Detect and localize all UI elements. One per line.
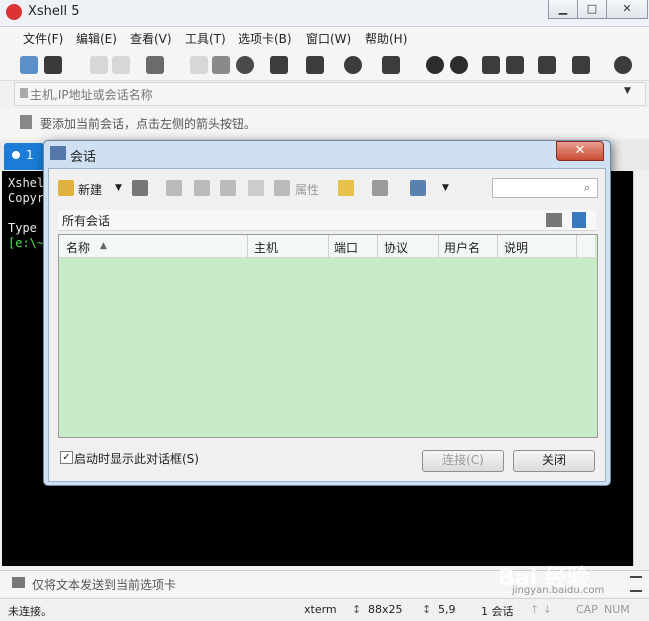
close-window-button[interactable]: ✕: [606, 0, 648, 19]
menu-help[interactable]: 帮助(H): [365, 30, 407, 47]
send-bar-text[interactable]: 仅将文本发送到当前选项卡: [32, 576, 176, 593]
search-icon[interactable]: ⌕: [584, 181, 590, 195]
address-placeholder: 主机,IP地址或会话名称: [30, 88, 153, 102]
column-description[interactable]: 说明: [504, 239, 528, 256]
new-session-icon[interactable]: [20, 56, 38, 74]
size-icon: ↕: [352, 603, 362, 616]
tab-session-1[interactable]: [4, 143, 44, 170]
cursor-position: 5,9: [438, 603, 456, 616]
caps-indicator: CAP: [576, 603, 598, 616]
cursor-icon: ↕: [422, 603, 432, 616]
dialog-sessions-icon: [50, 146, 66, 160]
view-dropdown-icon[interactable]: ▼: [442, 183, 449, 193]
save-icon[interactable]: [132, 180, 148, 196]
xagent-icon[interactable]: [450, 56, 468, 74]
tab-label: 1: [26, 148, 34, 162]
up-folder-icon[interactable]: [546, 213, 562, 227]
properties-icon[interactable]: [146, 56, 164, 74]
column-protocol[interactable]: 协议: [384, 239, 408, 256]
print-icon[interactable]: [270, 56, 288, 74]
xshell-logo-icon: [6, 4, 22, 20]
connect-button[interactable]: 连接(C): [422, 450, 504, 472]
folder-path-bar: [58, 210, 596, 231]
fullscreen-icon[interactable]: [482, 56, 500, 74]
sort-ascending-icon: ▲: [100, 241, 107, 251]
font-icon[interactable]: [382, 56, 400, 74]
add-tab-icon[interactable]: [572, 56, 590, 74]
refresh-icon[interactable]: [572, 212, 586, 228]
dialog-close-button[interactable]: ✕: [556, 141, 604, 161]
disconnect-icon[interactable]: [112, 56, 130, 74]
show-on-startup-label[interactable]: 启动时显示此对话框(S): [74, 450, 199, 467]
column-host[interactable]: 主机: [254, 239, 278, 256]
scroll-arrows-icon: ↑ ↓: [530, 603, 552, 616]
close-button[interactable]: 关闭: [513, 450, 595, 472]
address-icon: [20, 88, 28, 98]
num-indicator: NUM: [604, 603, 630, 616]
column-name[interactable]: 名称: [66, 239, 90, 256]
column-separator: [377, 235, 378, 257]
terminal-size: 88x25: [368, 603, 403, 616]
column-separator: [247, 235, 248, 257]
find-icon[interactable]: [236, 56, 254, 74]
delete-icon[interactable]: [248, 180, 264, 196]
transfer-icon[interactable]: [306, 56, 324, 74]
copy-icon[interactable]: [194, 180, 210, 196]
new-session-button[interactable]: 新建: [78, 181, 102, 198]
add-session-arrow-icon[interactable]: [20, 115, 32, 129]
column-port[interactable]: 端口: [334, 239, 358, 256]
terminal-line: Xshel: [8, 176, 45, 190]
menu-window[interactable]: 窗口(W): [306, 30, 351, 47]
tab-status-icon: [12, 151, 20, 159]
session-count: 1 会话: [481, 605, 514, 618]
menu-tabs[interactable]: 选项卡(B): [238, 30, 292, 47]
folder-icon[interactable]: [338, 180, 354, 196]
new-session-icon[interactable]: [58, 180, 74, 196]
send-icon[interactable]: [12, 577, 25, 588]
column-separator: [328, 235, 329, 257]
globe-icon[interactable]: [344, 56, 362, 74]
maximize-button[interactable]: □: [577, 0, 607, 19]
new-dropdown-icon[interactable]: ▼: [115, 183, 122, 193]
minimize-button[interactable]: ▁: [548, 0, 578, 19]
menu-view[interactable]: 查看(V): [130, 30, 172, 47]
folder-path: 所有会话: [62, 214, 111, 228]
baidu-watermark-url: jingyan.baidu.com: [512, 585, 605, 596]
column-separator: [576, 235, 577, 257]
connect-icon[interactable]: [90, 56, 108, 74]
terminal-prompt: [e:\~: [8, 236, 45, 250]
shortcut-icon[interactable]: [372, 180, 388, 196]
copy-icon[interactable]: [190, 56, 208, 74]
paste-icon[interactable]: [212, 56, 230, 74]
terminal-type: xterm: [304, 603, 337, 616]
session-list[interactable]: [58, 234, 598, 438]
open-folder-icon[interactable]: [44, 56, 62, 74]
dialog-title: 会话: [70, 150, 97, 165]
lock-icon[interactable]: [506, 56, 524, 74]
column-separator: [438, 235, 439, 257]
menu-tools[interactable]: 工具(T): [185, 30, 226, 47]
keyboard-icon[interactable]: [538, 56, 556, 74]
window-title: Xshell 5: [28, 4, 80, 19]
column-username[interactable]: 用户名: [444, 239, 480, 256]
menu-lines-icon[interactable]: [630, 576, 642, 592]
properties-icon[interactable]: [274, 180, 290, 196]
properties-button[interactable]: 属性: [295, 181, 319, 198]
terminal-line: Copyr: [8, 191, 45, 205]
menu-file[interactable]: 文件(F): [23, 30, 63, 47]
show-on-startup-checkbox[interactable]: ✓: [60, 451, 73, 464]
connection-status: 未连接。: [8, 605, 52, 618]
address-dropdown-icon[interactable]: ▼: [624, 86, 631, 96]
hint-text: 要添加当前会话，点击左侧的箭头按钮。: [40, 117, 257, 131]
session-search-input[interactable]: [492, 178, 598, 198]
help-icon[interactable]: [614, 56, 632, 74]
terminal-line: Type: [8, 221, 37, 235]
view-icon[interactable]: [410, 180, 426, 196]
column-separator: [497, 235, 498, 257]
xftp-icon[interactable]: [426, 56, 444, 74]
paste-icon[interactable]: [220, 180, 236, 196]
menu-edit[interactable]: 编辑(E): [76, 30, 117, 47]
cut-icon[interactable]: [166, 180, 182, 196]
terminal-scrollbar[interactable]: [633, 171, 648, 566]
